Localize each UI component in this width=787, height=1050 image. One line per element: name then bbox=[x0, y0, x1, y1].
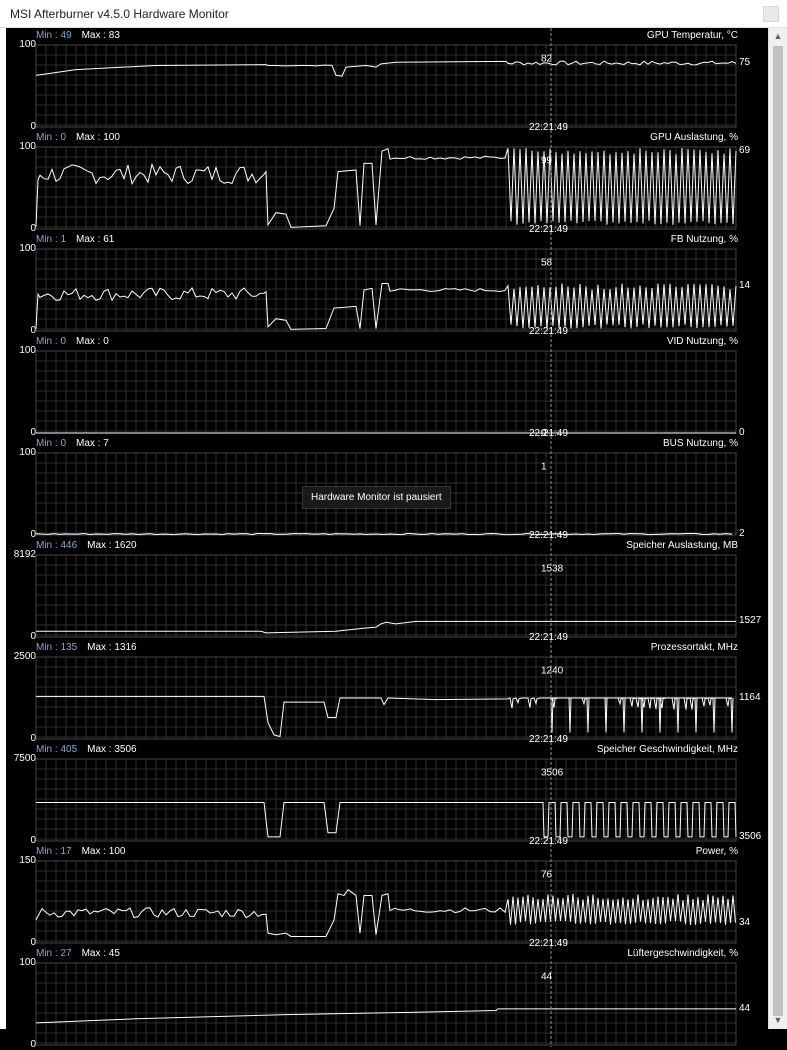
panel-fan-speed: 100 0 Min : 27 Max : 45 Lüftergeschwindigkei… bbox=[6, 946, 768, 1050]
graph-plot: 9922:21:49 bbox=[35, 130, 737, 235]
panel-memory-clock: 7500 0 Min : 405 Max : 3506 Speicher Geschwi… bbox=[6, 742, 768, 847]
grid bbox=[35, 248, 737, 331]
current-value: 75 bbox=[739, 57, 751, 69]
current-value: 1527 bbox=[739, 615, 762, 627]
cursor-value: 99 bbox=[541, 155, 553, 166]
cursor-value: 1240 bbox=[541, 665, 564, 676]
grid bbox=[35, 554, 737, 637]
y-axis-max-label: 100 bbox=[19, 243, 36, 254]
panel-gpu-usage: 100 0 Min : 0 Max : 100 GPU Auslastung, % 99 2… bbox=[6, 130, 768, 235]
window-title: MSI Afterburner v4.5.0 Hardware Monitor bbox=[10, 7, 229, 21]
current-value: 14 bbox=[739, 279, 751, 291]
paused-tooltip: Hardware Monitor ist pausiert bbox=[302, 486, 451, 509]
scroll-down-icon[interactable]: ▼ bbox=[769, 1012, 787, 1029]
scroll-up-icon[interactable]: ▲ bbox=[769, 28, 787, 45]
cursor-value: 1 bbox=[541, 461, 547, 472]
cursor-value: 1538 bbox=[541, 563, 564, 574]
graph-plot: 8222:21:49 bbox=[35, 28, 737, 133]
cursor-value: 82 bbox=[541, 53, 553, 64]
grid bbox=[35, 962, 737, 1045]
cursor-value: 76 bbox=[541, 869, 553, 880]
y-axis-max-label: 8192 bbox=[13, 549, 36, 560]
grid bbox=[35, 758, 737, 841]
graph-plot: 44 bbox=[35, 946, 737, 1047]
grid bbox=[35, 44, 737, 127]
hardware-monitor-graph-area[interactable]: 100 0 Min : 49 Max : 83 GPU Temperatur, °C 82… bbox=[6, 28, 768, 1050]
close-icon[interactable] bbox=[763, 6, 779, 22]
title-bar: MSI Afterburner v4.5.0 Hardware Monitor bbox=[0, 0, 787, 28]
cursor-value: 44 bbox=[541, 971, 553, 982]
scrollbar-thumb[interactable] bbox=[773, 46, 783, 1016]
current-value: 44 bbox=[739, 1002, 751, 1014]
y-axis-max-label: 2500 bbox=[13, 651, 36, 662]
panel-core-clock: 2500 0 Min : 135 Max : 1316 Prozessortakt, M… bbox=[6, 640, 768, 745]
graph-plot: 124022:21:49 bbox=[35, 640, 737, 745]
y-axis-max-label: 100 bbox=[19, 345, 36, 356]
y-axis-max-label: 100 bbox=[19, 39, 36, 50]
y-axis-max-label: 7500 bbox=[13, 753, 36, 764]
series-line bbox=[35, 532, 733, 536]
grid bbox=[35, 860, 737, 943]
y-axis-max-label: 100 bbox=[19, 957, 36, 968]
panel-fb-usage: 100 0 Min : 1 Max : 61 FB Nutzung, % 58 22:21:… bbox=[6, 232, 768, 337]
graph-plot: 153822:21:49 bbox=[35, 538, 737, 643]
y-axis-max-label: 100 bbox=[19, 447, 36, 458]
graph-plot: 7622:21:49 bbox=[35, 844, 737, 949]
panel-memory-usage: 8192 0 Min : 446 Max : 1620 Speicher Auslast… bbox=[6, 538, 768, 643]
cursor-value: 58 bbox=[541, 257, 553, 268]
y-axis-max-label: 100 bbox=[19, 141, 36, 152]
current-value: 1164 bbox=[739, 692, 761, 703]
current-value: 69 bbox=[739, 145, 751, 156]
graph-plot: 5822:21:49 bbox=[35, 232, 737, 337]
current-value: 3506 bbox=[739, 830, 762, 842]
grid bbox=[35, 350, 737, 433]
vertical-scrollbar[interactable]: ▲ ▼ bbox=[768, 28, 787, 1029]
panel-gpu-temperature: 100 0 Min : 49 Max : 83 GPU Temperatur, °C 82… bbox=[6, 28, 768, 133]
panel-power: 150 0 Min : 17 Max : 100 Power, % 76 22:21:49 3… bbox=[6, 844, 768, 949]
graph-plot: 022:21:49 bbox=[35, 334, 737, 439]
panel-vid-usage: 100 0 Min : 0 Max : 0 VID Nutzung, % 0 22:21:4… bbox=[6, 334, 768, 439]
series-line bbox=[36, 695, 734, 738]
current-value: 34 bbox=[739, 916, 751, 928]
y-axis-min-label: 0 bbox=[30, 1039, 36, 1050]
y-axis-max-label: 150 bbox=[19, 855, 36, 866]
cursor-value: 3506 bbox=[541, 767, 564, 778]
graph-plot: 350622:21:49 bbox=[35, 742, 737, 847]
